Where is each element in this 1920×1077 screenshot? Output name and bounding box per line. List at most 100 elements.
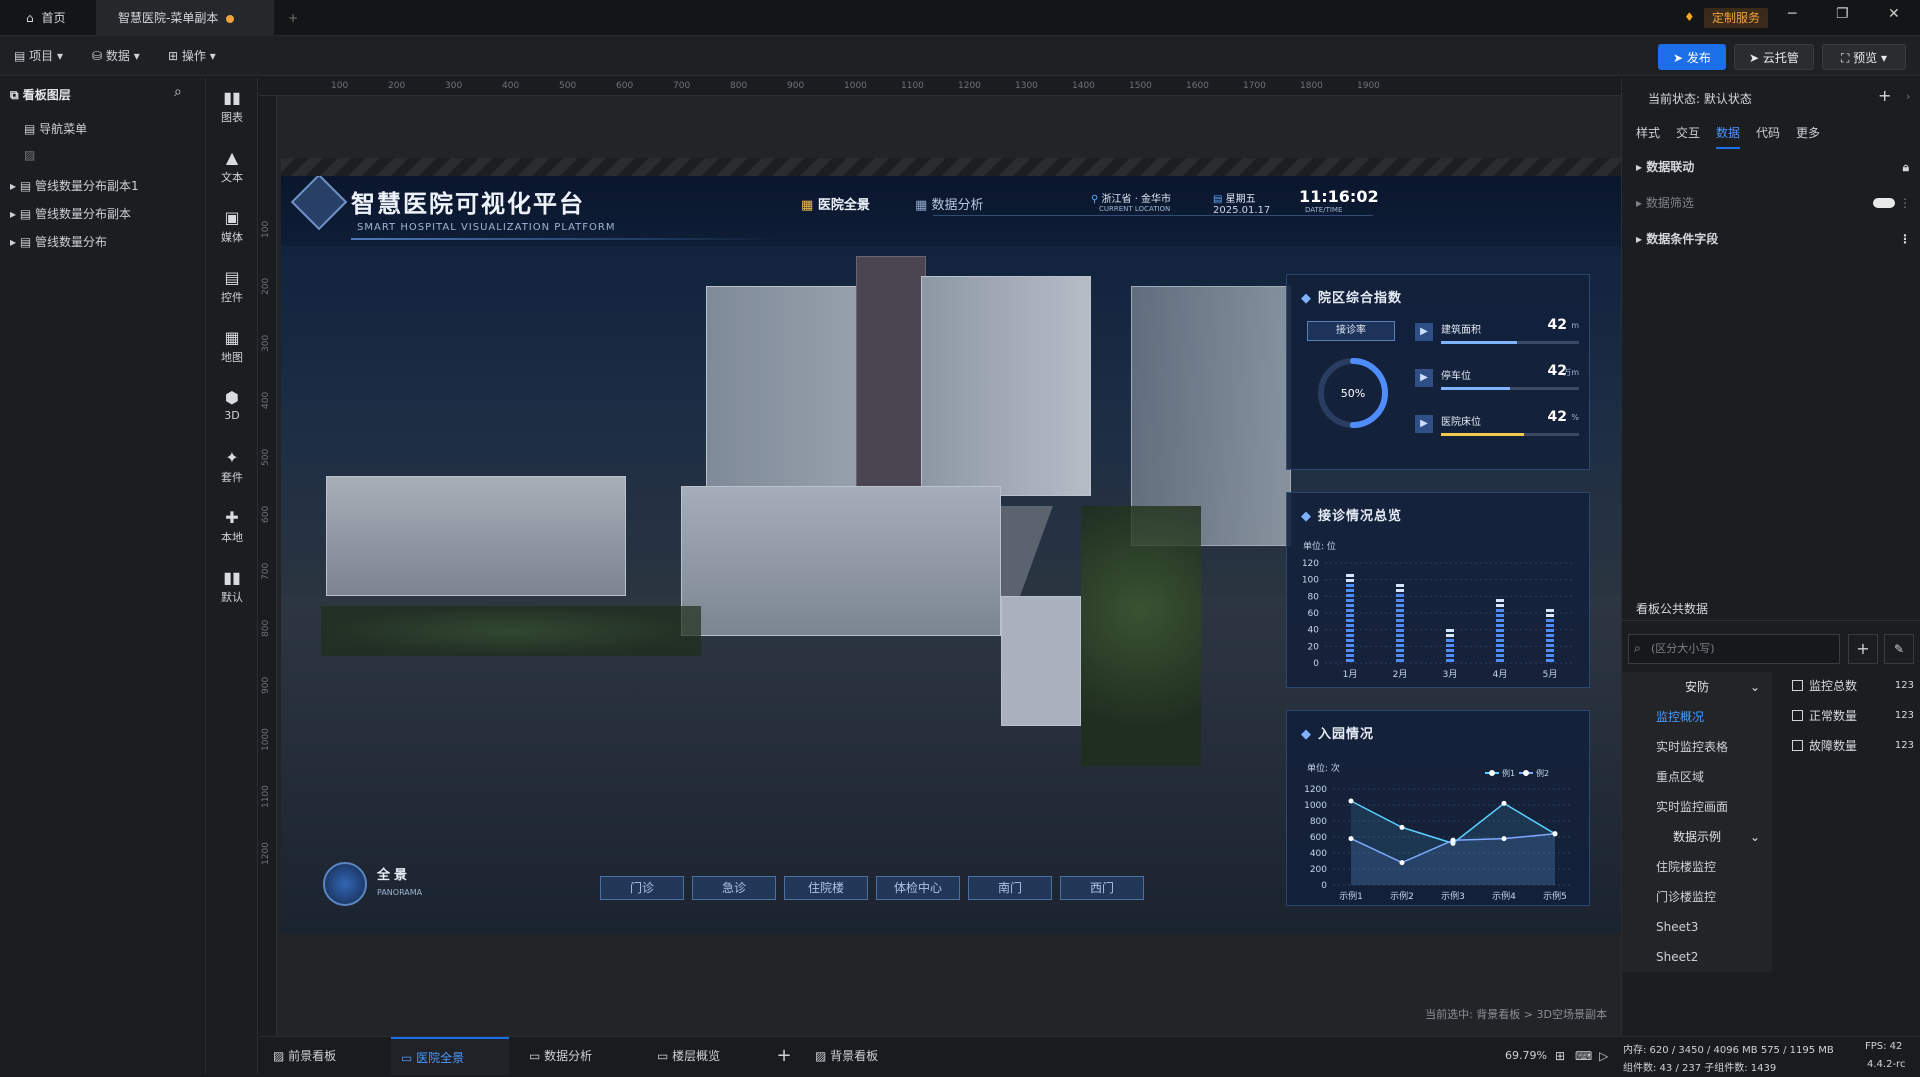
panorama-icon[interactable] [323, 862, 367, 906]
category-item[interactable]: 重点区域 [1622, 762, 1772, 792]
add-data-button[interactable]: + [1848, 634, 1878, 664]
field-row[interactable]: 监控总数 123 [1792, 674, 1920, 698]
category-item[interactable]: 门诊楼监控 [1622, 882, 1772, 912]
field-row[interactable]: 故障数量 123 [1792, 734, 1920, 758]
ruler-tick: 1200 [261, 842, 271, 865]
dashboard-canvas[interactable]: 智慧医院可视化平台 SMART HOSPITAL VISUALIZATION P… [281, 176, 1621, 934]
search-icon[interactable]: ⌕ [174, 84, 182, 100]
layer-label: 管线数量分布副本 [35, 207, 132, 221]
field-row[interactable]: 正常数量 123 [1792, 704, 1920, 728]
nav-overview[interactable]: ▦ 医院全景 [801, 194, 870, 213]
layer-group[interactable]: ▸ ▤ 管线数量分布 [0, 229, 206, 255]
layer-item[interactable]: ▤ 导航菜单 [0, 116, 206, 142]
minimize-icon[interactable]: ─ [1788, 6, 1796, 22]
custom-service-button[interactable]: 定制服务 [1704, 8, 1769, 28]
ruler-tick: 1700 [1243, 81, 1266, 91]
tool-local[interactable]: ✚ 本地 [206, 508, 258, 545]
page-tab-foreground[interactable]: ▨ 前景看板 [265, 1037, 365, 1075]
trees [1081, 506, 1201, 766]
terminal-icon[interactable]: ▷ [1599, 1037, 1608, 1075]
tool-media[interactable]: ▣ 媒体 [206, 208, 258, 245]
project-menu[interactable]: ▤ 项目 ▾ [14, 44, 63, 68]
home-icon: ⌂ [26, 11, 34, 25]
public-data-search-input[interactable]: (区分大小写) [1628, 634, 1840, 664]
more-icon[interactable]: ⋮ [1899, 188, 1911, 218]
category-data-example[interactable]: 数据示例 ⌄ [1622, 822, 1772, 852]
category-item[interactable]: Sheet3 [1622, 912, 1772, 942]
field-checkbox[interactable] [1792, 710, 1803, 721]
category-item[interactable]: 实时监控表格 [1622, 732, 1772, 762]
field-checkbox[interactable] [1792, 740, 1803, 751]
tool-map[interactable]: ▦ 地图 [206, 328, 258, 365]
tool-text[interactable]: ▲ 文本 [206, 148, 258, 185]
nav-outpatient-button[interactable]: 门诊 [600, 876, 684, 900]
nav-checkup-button[interactable]: 体检中心 [876, 876, 960, 900]
text-icon: ▲ [225, 148, 239, 167]
data-filter-row[interactable]: ▸ 数据筛选 ⋮ [1622, 188, 1920, 218]
close-icon[interactable]: ✕ [1888, 6, 1900, 22]
tool-chart[interactable]: ▮▮ 图表 [206, 88, 258, 125]
preview-button[interactable]: ⛶ 预览 ▾ [1822, 44, 1906, 70]
lock-icon[interactable]: 🔒︎ [1903, 152, 1909, 182]
category-item[interactable]: 监控概况 [1622, 702, 1772, 732]
page-tab-analysis[interactable]: ▭ 数据分析 [521, 1037, 631, 1075]
field-checkbox[interactable] [1792, 680, 1803, 691]
category-label: 安防 [1684, 680, 1709, 694]
index-panel-title: ◆ 院区综合指数 [1301, 287, 1402, 306]
category-security[interactable]: 安防 ⌄ [1622, 672, 1772, 702]
nav-emergency-button[interactable]: 急诊 [692, 876, 776, 900]
page-tab-overview[interactable]: ▭ 医院全景 [391, 1037, 509, 1075]
new-tab-button[interactable]: + [278, 0, 308, 36]
tab-style[interactable]: 样式 [1636, 124, 1660, 141]
nav-west-gate-button[interactable]: 西门 [1060, 876, 1144, 900]
more-icon[interactable]: ⋮ [1899, 224, 1911, 254]
tool-control[interactable]: ▤ 控件 [206, 268, 258, 305]
cloud-button[interactable]: ➤ 云托管 [1734, 44, 1814, 70]
tab-document[interactable]: 智慧医院-菜单副本 [96, 0, 274, 36]
bar-segment [1396, 629, 1404, 632]
field-name: 监控总数 [1809, 679, 1858, 693]
ruler-tick: 1500 [1129, 81, 1152, 91]
layer-group[interactable]: ▸ ▤ 管线数量分布副本1 [0, 173, 206, 199]
category-item[interactable]: 住院楼监控 [1622, 852, 1772, 882]
tab-data[interactable]: 数据 [1716, 124, 1741, 149]
tab-code[interactable]: 代码 [1756, 124, 1780, 141]
toolbar: ▤ 项目 ▾ ⛁ 数据 ▾ ⊞ 操作 ▾ ➤ 发布 ➤ 云托管 ⛶ 预览 ▾ [0, 36, 1920, 76]
building-outpatient [681, 486, 1001, 636]
ruler-tick: 200 [261, 277, 271, 295]
filter-toggle[interactable] [1873, 198, 1895, 208]
category-item[interactable]: Sheet2 [1622, 942, 1772, 972]
page-tab-background[interactable]: ▨ 背景看板 [807, 1037, 917, 1075]
data-menu[interactable]: ⛁ 数据 ▾ [92, 44, 140, 68]
data-link-row[interactable]: ▸ 数据联动 🔒︎ [1622, 152, 1920, 182]
tool-kit[interactable]: ✦ 套件 [206, 448, 258, 485]
tab-document-label: 智慧医院-菜单副本 [118, 11, 219, 25]
bar-segment [1396, 644, 1404, 647]
chevron-right-icon[interactable]: › [1906, 90, 1910, 103]
title-underline [351, 238, 781, 240]
fit-icon[interactable]: ⊞ [1555, 1037, 1565, 1075]
tab-home[interactable]: ⌂ 首页 [16, 0, 94, 36]
page-tab-floors[interactable]: ▭ 楼层概览 [649, 1037, 759, 1075]
monitor-icon: ▭ [657, 1049, 673, 1063]
tab-interaction[interactable]: 交互 [1676, 124, 1700, 141]
operate-menu[interactable]: ⊞ 操作 ▾ [168, 44, 216, 68]
data-condition-row[interactable]: ▸ 数据条件字段 ⋮ [1622, 224, 1920, 254]
restore-icon[interactable]: ❐ [1836, 6, 1849, 22]
layer-item-image[interactable]: ▨ [0, 142, 206, 168]
add-state-icon[interactable]: + [1878, 86, 1891, 105]
category-item[interactable]: 实时监控画面 [1622, 792, 1772, 822]
nav-south-gate-button[interactable]: 南门 [968, 876, 1052, 900]
rate-selector[interactable]: 接诊率 [1307, 321, 1395, 341]
keyboard-icon[interactable]: ⌨ [1575, 1037, 1592, 1075]
zoom-level[interactable]: 69.79% [1505, 1037, 1547, 1075]
tool-default[interactable]: ▮▮ 默认 [206, 568, 258, 605]
tab-more[interactable]: 更多 [1796, 124, 1820, 141]
nav-inpatient-button[interactable]: 住院楼 [784, 876, 868, 900]
layer-group[interactable]: ▸ ▤ 管线数量分布副本 [0, 201, 206, 227]
tool-3d[interactable]: ⬢ 3D [206, 388, 258, 422]
edit-icon[interactable]: ✎ [1884, 634, 1914, 664]
publish-button[interactable]: ➤ 发布 [1658, 44, 1726, 70]
bar-segment [1396, 614, 1404, 617]
add-page-button[interactable]: + [771, 1037, 797, 1075]
